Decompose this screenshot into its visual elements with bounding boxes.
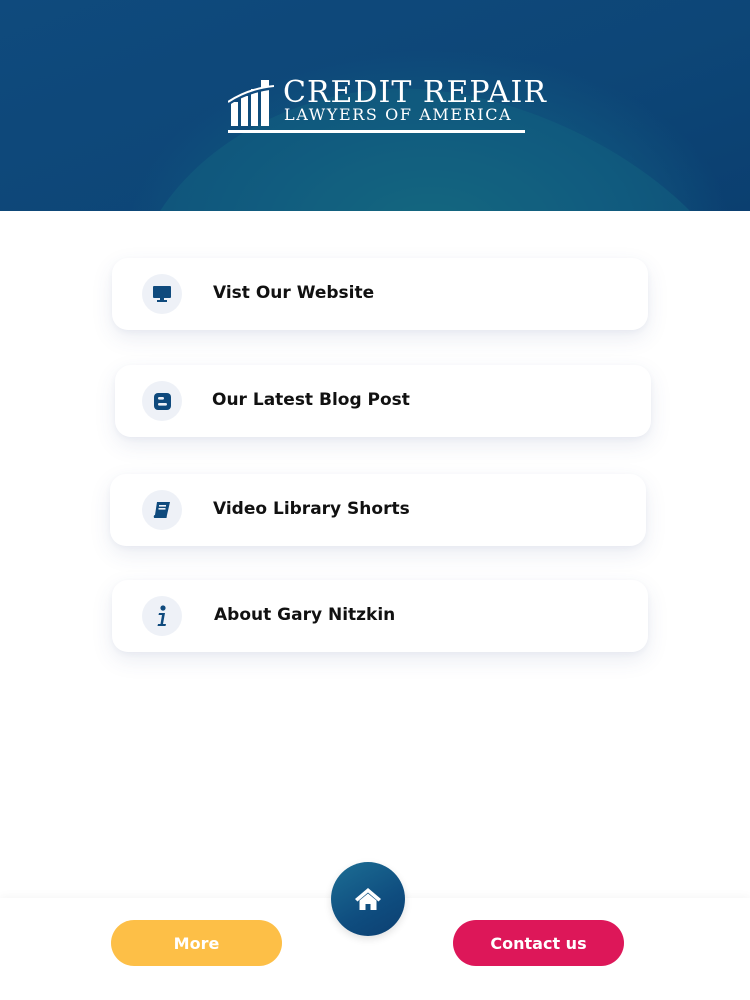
- contact-us-button[interactable]: Contact us: [453, 920, 624, 966]
- monitor-icon: [142, 274, 182, 314]
- menu-item-about[interactable]: About Gary Nitzkin: [112, 580, 648, 652]
- menu-item-website[interactable]: Vist Our Website: [112, 258, 648, 330]
- menu-item-label: Vist Our Website: [213, 283, 375, 303]
- home-icon: [355, 888, 381, 910]
- header-banner: CREDIT REPAIR LAWYERS OF AMERICA: [0, 0, 750, 211]
- menu-item-label: Video Library Shorts: [213, 499, 410, 519]
- book-icon: [142, 490, 182, 530]
- menu-item-video-library[interactable]: Video Library Shorts: [110, 474, 646, 546]
- home-button[interactable]: [331, 862, 405, 936]
- info-icon: [142, 596, 182, 636]
- menu-item-blog[interactable]: Our Latest Blog Post: [115, 365, 651, 437]
- brand-name-line2: LAWYERS OF AMERICA: [284, 105, 513, 124]
- brand-logo: CREDIT REPAIR LAWYERS OF AMERICA: [228, 76, 546, 136]
- blogger-icon: [142, 381, 182, 421]
- menu-item-label: Our Latest Blog Post: [212, 390, 410, 410]
- logo-underline: [228, 130, 525, 133]
- logo-bars-icon: [228, 80, 274, 126]
- more-button[interactable]: More: [111, 920, 282, 966]
- menu-item-label: About Gary Nitzkin: [214, 605, 396, 625]
